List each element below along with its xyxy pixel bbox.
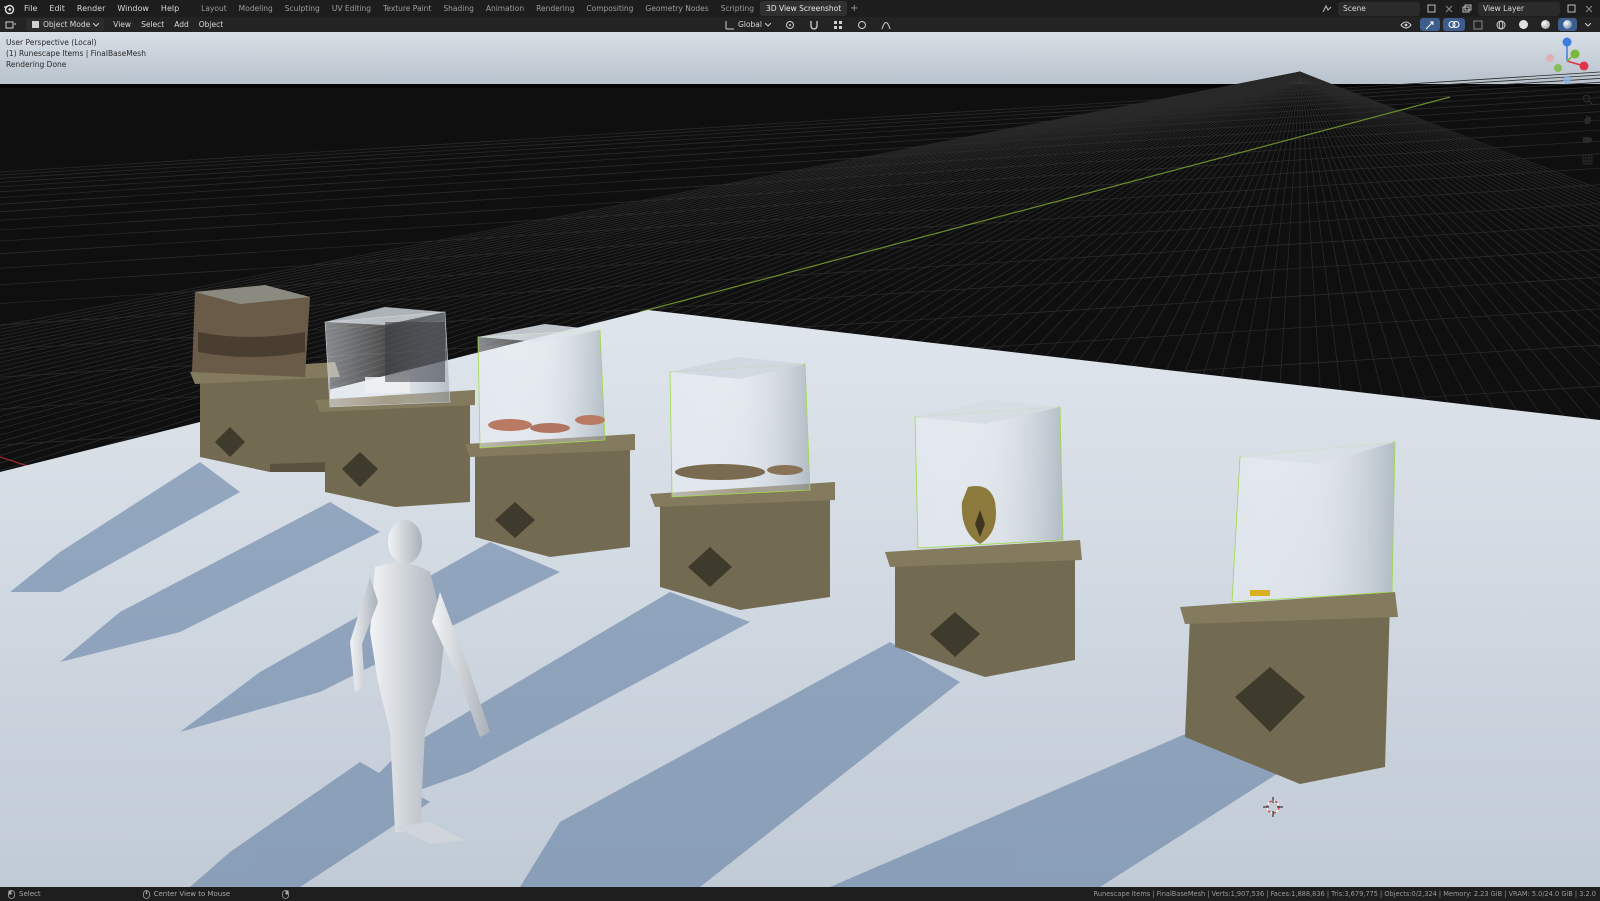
status-right-mouse-hint bbox=[274, 889, 290, 899]
scene-statistics: Runescape Items | FinalBaseMesh | Verts:… bbox=[1093, 890, 1596, 898]
add-workspace-button[interactable]: + bbox=[847, 3, 861, 14]
chevron-down-icon bbox=[1585, 22, 1591, 27]
viewport-header: Object Mode View Select Add Object Globa… bbox=[0, 17, 1600, 32]
delete-view-layer-icon[interactable] bbox=[1582, 2, 1596, 16]
gizmo-toggle[interactable] bbox=[1420, 18, 1440, 31]
menu-add[interactable]: Add bbox=[169, 18, 194, 31]
xray-toggle[interactable] bbox=[1468, 18, 1488, 31]
render-status-label: Rendering Done bbox=[6, 60, 67, 69]
snap-grid-icon bbox=[833, 20, 842, 29]
active-object-label: (1) Runescape Items | FinalBaseMesh bbox=[6, 49, 146, 58]
status-center-view-label: Center View to Mouse bbox=[153, 890, 231, 898]
wireframe-sphere-icon bbox=[1496, 20, 1506, 29]
rendered-scene bbox=[0, 32, 1600, 887]
delete-scene-icon[interactable] bbox=[1442, 2, 1456, 16]
solid-sphere-icon bbox=[1519, 20, 1528, 29]
grid-icon[interactable] bbox=[1580, 152, 1594, 166]
menu-view[interactable]: View bbox=[108, 18, 136, 31]
view-perspective-label: User Perspective (Local) bbox=[6, 38, 97, 47]
menu-render[interactable]: Render bbox=[71, 0, 111, 17]
tab-geometry-nodes[interactable]: Geometry Nodes bbox=[639, 1, 714, 16]
menu-select[interactable]: Select bbox=[136, 18, 169, 31]
falloff-curve-icon bbox=[881, 21, 891, 29]
gizmo-arrows-icon bbox=[1425, 21, 1434, 29]
navigation-gizmo[interactable] bbox=[1542, 36, 1592, 86]
blender-logo-icon[interactable] bbox=[0, 0, 18, 17]
material-sphere-icon bbox=[1541, 20, 1550, 29]
pivot-icon bbox=[785, 20, 794, 29]
tab-uv-editing[interactable]: UV Editing bbox=[326, 1, 377, 16]
shading-material[interactable] bbox=[1536, 18, 1555, 31]
pan-hand-icon[interactable] bbox=[1580, 112, 1594, 126]
pivot-point-button[interactable] bbox=[780, 18, 800, 31]
navigation-tools bbox=[1580, 92, 1594, 166]
mouse-middle-icon bbox=[142, 889, 150, 899]
chevron-down-icon bbox=[93, 22, 100, 27]
orientation-icon bbox=[725, 20, 734, 29]
tab-texture-paint[interactable]: Texture Paint bbox=[377, 1, 437, 16]
editor-type-icon bbox=[5, 21, 16, 28]
menu-edit[interactable]: Edit bbox=[43, 0, 71, 17]
visibility-button[interactable] bbox=[1395, 18, 1417, 31]
falloff-button[interactable] bbox=[876, 18, 896, 31]
proportional-edit-icon bbox=[857, 20, 866, 29]
status-select-hint: Select bbox=[0, 889, 41, 899]
tab-compositing[interactable]: Compositing bbox=[580, 1, 639, 16]
tab-3d-view-screenshot[interactable]: 3D View Screenshot bbox=[760, 1, 848, 16]
object-mode-icon bbox=[32, 21, 39, 28]
eye-icon bbox=[1400, 21, 1412, 28]
menu-window[interactable]: Window bbox=[111, 0, 155, 17]
tab-shading[interactable]: Shading bbox=[437, 1, 479, 16]
shading-wireframe[interactable] bbox=[1491, 18, 1511, 31]
rendered-sphere-icon bbox=[1563, 20, 1572, 29]
menu-file[interactable]: File bbox=[18, 0, 43, 17]
scene-icon[interactable] bbox=[1320, 2, 1334, 16]
menu-help[interactable]: Help bbox=[155, 0, 185, 17]
snap-toggle[interactable] bbox=[804, 18, 824, 31]
status-bar: Select Center View to Mouse Runescape It… bbox=[0, 887, 1600, 901]
object-mode-label: Object Mode bbox=[43, 20, 91, 29]
tab-layout[interactable]: Layout bbox=[195, 1, 233, 16]
overlay-toggle[interactable] bbox=[1443, 18, 1465, 31]
scene-controls: Scene View Layer bbox=[1320, 1, 1596, 16]
proportional-edit-toggle[interactable] bbox=[852, 18, 872, 31]
new-scene-icon[interactable] bbox=[1424, 2, 1438, 16]
tab-modeling[interactable]: Modeling bbox=[233, 1, 279, 16]
viewport-display-controls bbox=[1395, 18, 1596, 31]
editor-type-button[interactable] bbox=[0, 18, 22, 31]
top-menu-bar: File Edit Render Window Help Layout Mode… bbox=[0, 0, 1600, 17]
mouse-right-icon bbox=[282, 889, 290, 899]
status-center-view-hint: Center View to Mouse bbox=[135, 889, 231, 899]
tab-sculpting[interactable]: Sculpting bbox=[279, 1, 326, 16]
zoom-icon[interactable] bbox=[1580, 92, 1594, 106]
overlay-circles-icon bbox=[1448, 21, 1460, 28]
snap-target-button[interactable] bbox=[828, 18, 848, 31]
transform-tools: Global bbox=[720, 18, 896, 31]
magnet-icon bbox=[810, 20, 818, 30]
new-view-layer-icon[interactable] bbox=[1564, 2, 1578, 16]
object-mode-select[interactable]: Object Mode bbox=[26, 18, 105, 31]
view-layer-icon[interactable] bbox=[1460, 2, 1474, 16]
3d-viewport[interactable]: User Perspective (Local) (1) Runescape I… bbox=[0, 32, 1600, 887]
status-select-label: Select bbox=[19, 890, 41, 898]
chevron-down-icon bbox=[764, 22, 771, 27]
tab-scripting[interactable]: Scripting bbox=[715, 1, 760, 16]
tab-animation[interactable]: Animation bbox=[480, 1, 530, 16]
scene-selector[interactable]: Scene bbox=[1338, 1, 1420, 16]
transform-orientation-label: Global bbox=[738, 20, 762, 29]
xray-icon bbox=[1473, 20, 1483, 29]
transform-orientation-select[interactable]: Global bbox=[720, 18, 776, 31]
shading-solid[interactable] bbox=[1514, 18, 1533, 31]
shading-options-button[interactable] bbox=[1580, 18, 1596, 31]
menu-object[interactable]: Object bbox=[194, 18, 228, 31]
mouse-left-icon bbox=[8, 889, 15, 899]
shading-rendered[interactable] bbox=[1558, 18, 1577, 31]
workspace-tabs: Layout Modeling Sculpting UV Editing Tex… bbox=[195, 0, 861, 17]
tab-rendering[interactable]: Rendering bbox=[530, 1, 580, 16]
app-menu: File Edit Render Window Help bbox=[18, 0, 185, 17]
view-layer-selector[interactable]: View Layer bbox=[1478, 1, 1560, 16]
camera-icon[interactable] bbox=[1580, 132, 1594, 146]
